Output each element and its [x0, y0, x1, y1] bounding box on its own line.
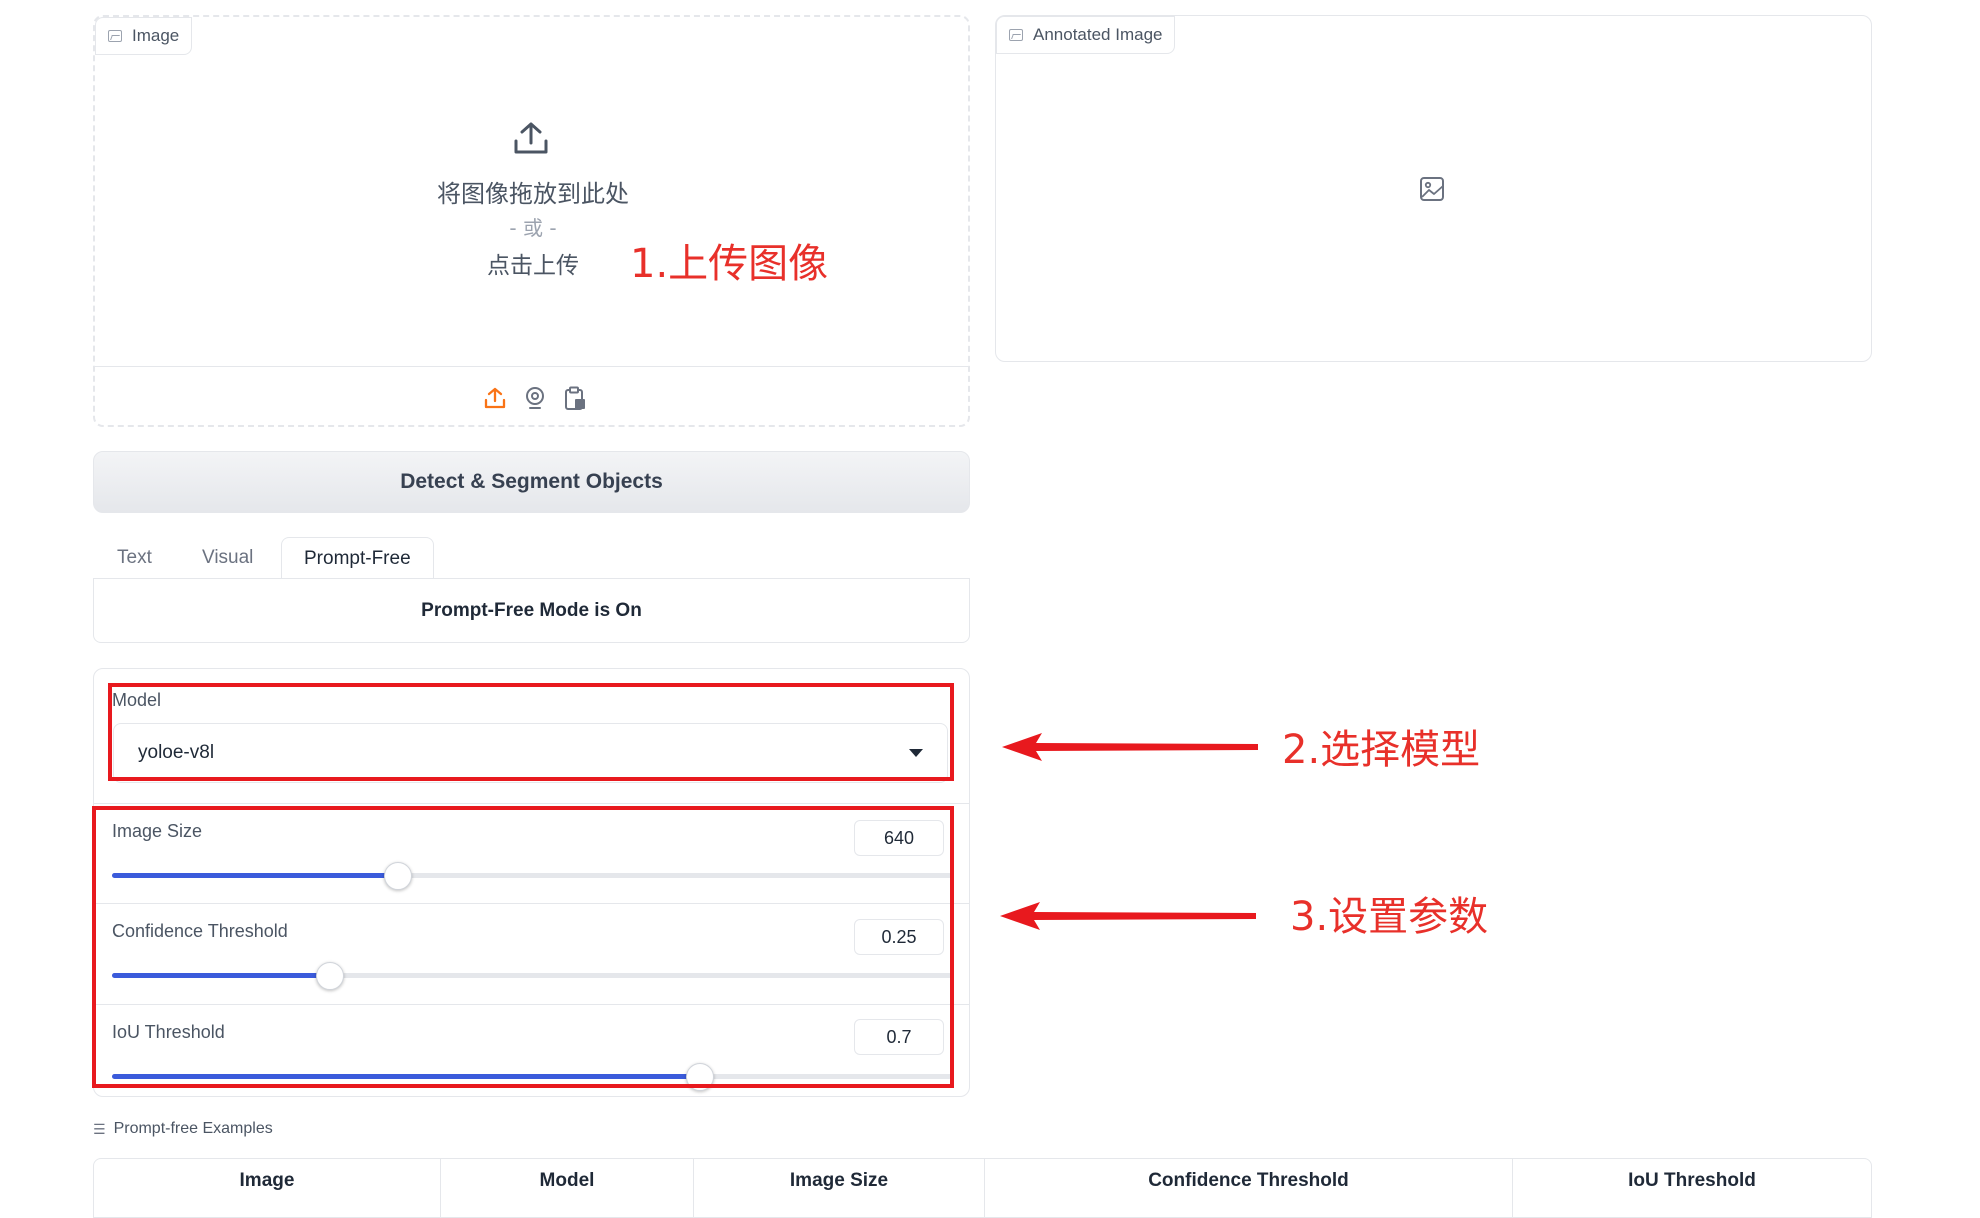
- model-highlight-box: [108, 683, 954, 781]
- column-header-iou-threshold: IoU Threshold: [1628, 1170, 1756, 1191]
- step1-annotation: 1.上传图像: [630, 241, 829, 287]
- image-placeholder-icon: [1420, 177, 1444, 201]
- arrow-left-icon: [1000, 902, 1256, 930]
- drop-text: 将图像拖放到此处: [437, 180, 629, 208]
- image-label: Image: [95, 17, 193, 55]
- column-header-confidence-threshold: Confidence Threshold: [985, 1159, 1513, 1217]
- detect-segment-button[interactable]: Detect & Segment Objects: [93, 451, 970, 513]
- clipboard-icon[interactable]: [563, 386, 587, 412]
- upload-icon[interactable]: [513, 121, 549, 155]
- upload-divider: [93, 366, 970, 367]
- column-header-model: Model: [441, 1159, 694, 1217]
- arrow-left-icon: [1002, 733, 1258, 761]
- column-header-image-size: Image Size: [694, 1159, 985, 1217]
- tab-prompt-free[interactable]: Prompt-Free: [281, 537, 434, 579]
- params-highlight-box: [92, 806, 954, 1088]
- list-icon: ☰: [93, 1120, 106, 1137]
- examples-table: Image Model Image Size Confidence Thresh…: [93, 1158, 1872, 1218]
- annotated-image-label: Annotated Image: [996, 16, 1176, 54]
- image-icon: [1009, 29, 1023, 41]
- divider: [93, 803, 970, 804]
- source-upload-icon[interactable]: [483, 386, 507, 410]
- prompt-free-message: Prompt-Free Mode is On: [93, 578, 970, 643]
- column-header-image: Image: [94, 1159, 441, 1217]
- webcam-icon[interactable]: [523, 386, 547, 410]
- image-icon: [108, 30, 122, 42]
- examples-header: ☰ Prompt-free Examples: [93, 1120, 273, 1138]
- examples-label: Prompt-free Examples: [113, 1120, 273, 1137]
- image-label-text: Image: [132, 26, 180, 45]
- annotated-label-text: Annotated Image: [1033, 25, 1163, 44]
- tab-text[interactable]: Text: [117, 537, 152, 579]
- tab-visual[interactable]: Visual: [202, 537, 253, 579]
- step3-annotation: 3.设置参数: [1290, 894, 1489, 940]
- step2-annotation: 2.选择模型: [1282, 727, 1481, 773]
